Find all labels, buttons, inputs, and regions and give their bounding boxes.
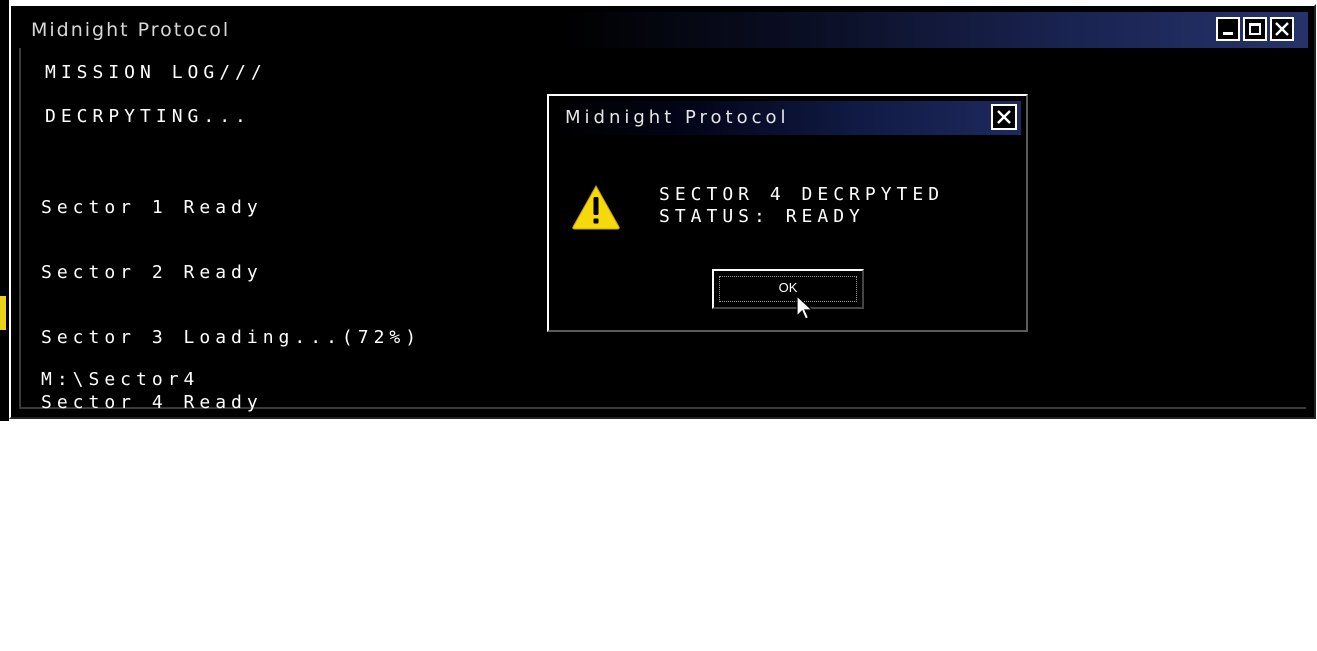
dialog-close-button[interactable] <box>991 104 1017 130</box>
list-item: Sector 1 Ready <box>41 197 263 219</box>
minimize-icon <box>1223 32 1233 35</box>
window-title: Midnight Protocol <box>31 19 231 41</box>
dialog-message-line2: STATUS: READY <box>659 206 865 227</box>
desktop-edge <box>0 0 9 421</box>
ok-button-label: OK <box>778 280 798 295</box>
close-icon <box>1275 22 1289 36</box>
maximize-button[interactable] <box>1243 17 1267 41</box>
ok-button[interactable]: OK <box>712 269 864 309</box>
path-item: M:\Sector4 <box>41 369 200 391</box>
path-list: M:\Sector4 M:\StartMission <box>41 326 279 499</box>
dialog-message-line1: SECTOR 4 DECRPYTED <box>659 184 945 205</box>
maximize-icon <box>1249 23 1261 35</box>
dialog-title: Midnight Protocol <box>565 107 790 128</box>
warning-icon <box>572 184 620 230</box>
list-item: Sector 6 ERROR <box>41 521 263 543</box>
minimize-button[interactable] <box>1216 17 1240 41</box>
mouse-pointer-icon <box>796 295 814 320</box>
path-item: M:\StartMission <box>41 433 279 455</box>
close-button[interactable] <box>1270 17 1294 41</box>
log-header: MISSION LOG/// <box>45 62 267 83</box>
alert-dialog: Midnight Protocol SECTOR 4 DECRPYTED STA… <box>547 94 1028 332</box>
window-controls <box>1216 17 1294 41</box>
main-titlebar[interactable]: Midnight Protocol <box>19 12 1308 48</box>
dialog-titlebar[interactable]: Midnight Protocol <box>554 101 1021 135</box>
desktop-edge-marker <box>0 296 6 330</box>
list-item: Sector 6 Access Denied <box>41 585 390 607</box>
close-icon <box>997 110 1011 124</box>
log-status: DECRPYTING... <box>45 106 251 127</box>
list-item: Sector 2 Ready <box>41 261 263 283</box>
